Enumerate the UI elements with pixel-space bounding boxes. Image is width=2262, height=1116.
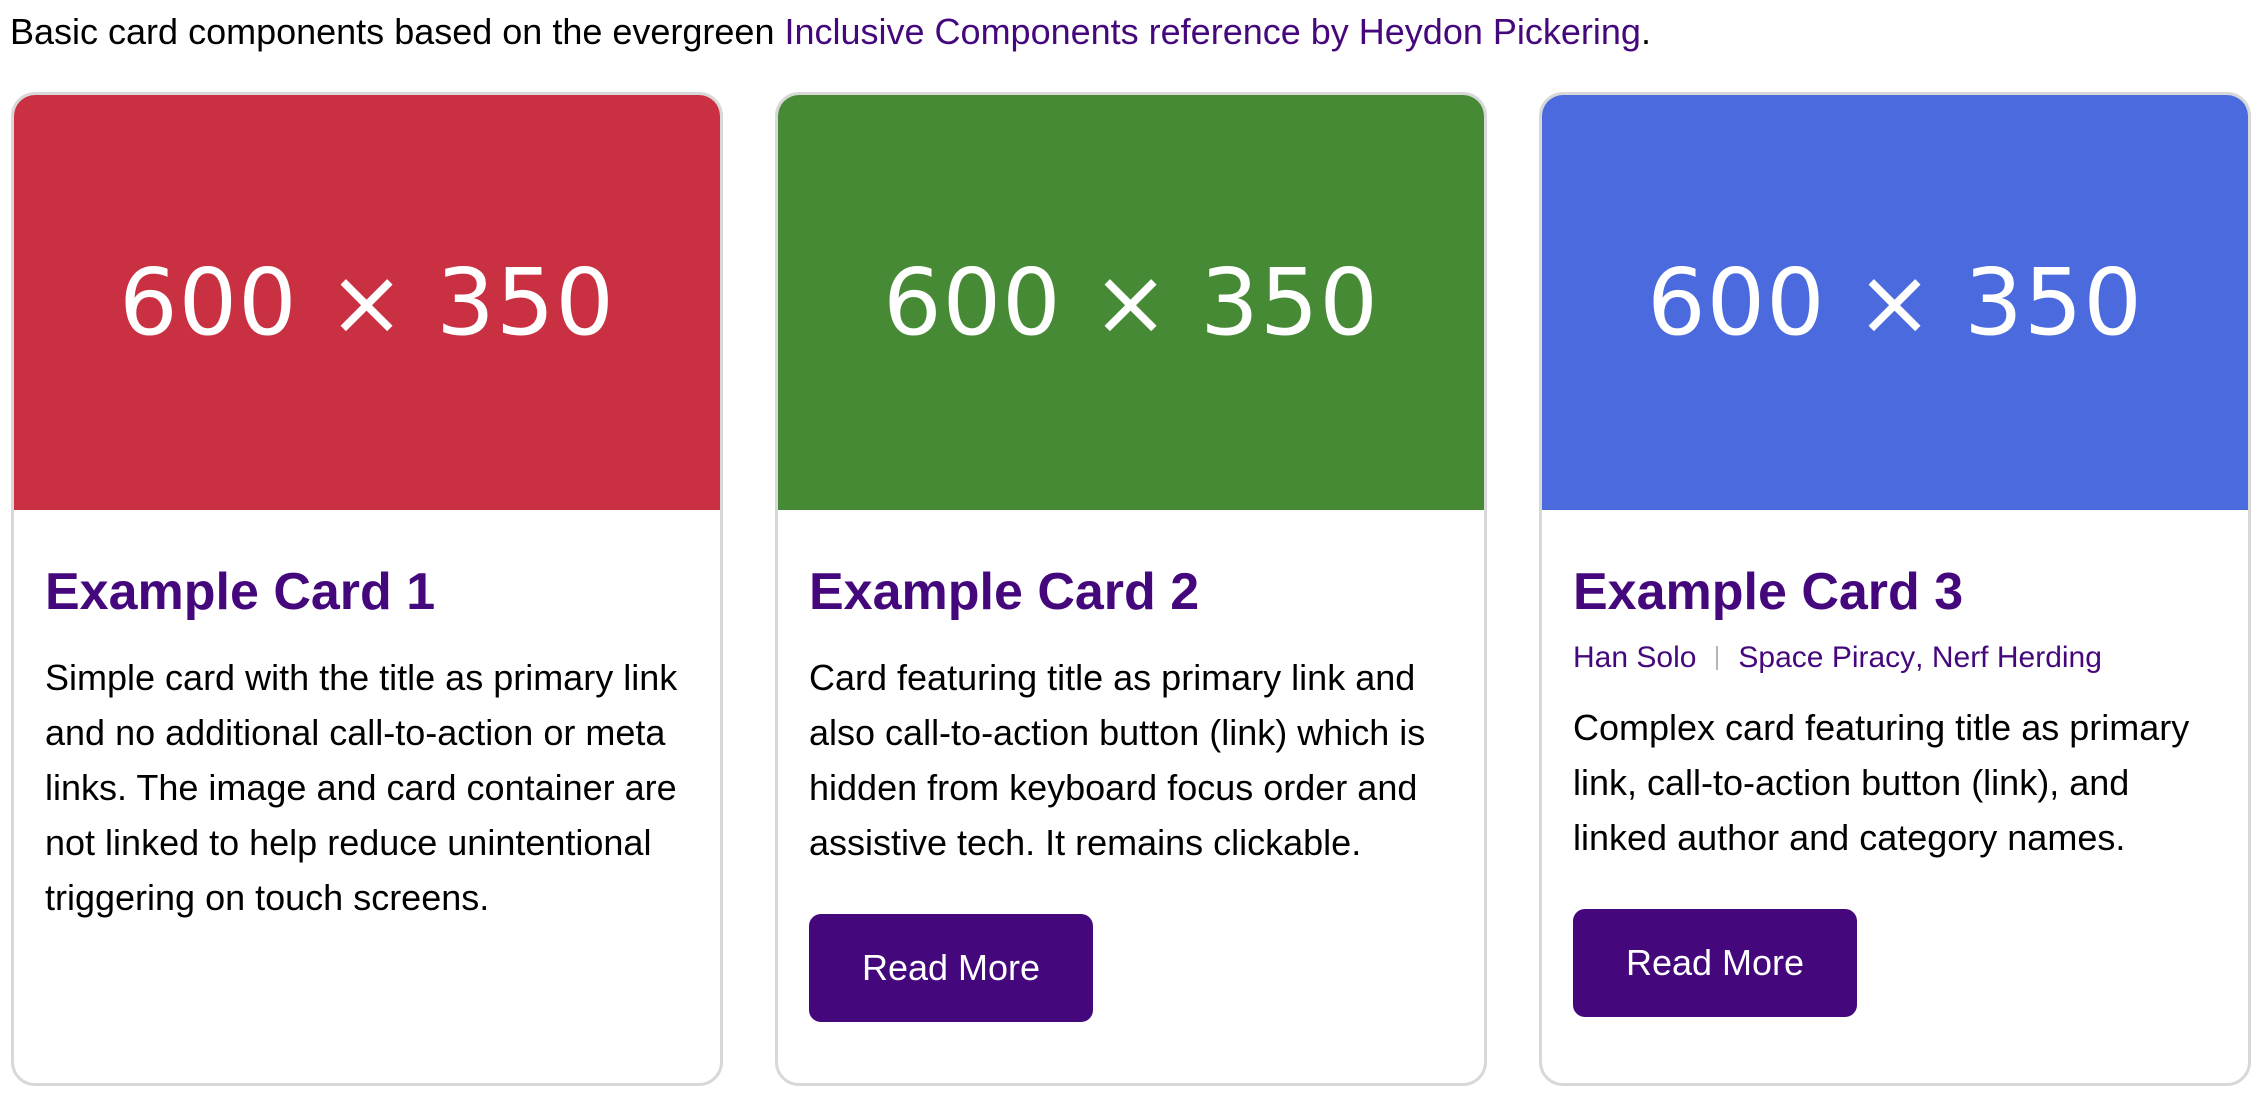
card-3-category-nerf-herding-link[interactable]: Nerf Herding bbox=[1932, 638, 2102, 678]
card-1-description: Simple card with the title as primary li… bbox=[45, 657, 678, 918]
card-3-author-link[interactable]: Han Solo bbox=[1573, 638, 1696, 678]
card-list: 600 × 350 Example Card 1 Simple card wit… bbox=[11, 92, 2251, 1086]
card-2-image: 600 × 350 bbox=[778, 95, 1484, 510]
intro-paragraph: Basic card components based on the everg… bbox=[10, 10, 1651, 54]
card-2-title-link[interactable]: Example Card 2 bbox=[809, 563, 1199, 621]
card-2-title: Example Card 2 bbox=[809, 560, 1453, 624]
card-1-image: 600 × 350 bbox=[14, 95, 720, 510]
meta-divider bbox=[1716, 646, 1719, 670]
card-3-meta: Han Solo Space Piracy, Nerf Herding bbox=[1573, 638, 2217, 678]
card-3-read-more-button[interactable]: Read More bbox=[1573, 909, 1857, 1017]
card-3-title: Example Card 3 bbox=[1573, 560, 2217, 624]
card-2: 600 × 350 Example Card 2 Card featuring … bbox=[775, 92, 1487, 1086]
card-1-title: Example Card 1 bbox=[45, 560, 689, 624]
card-3: 600 × 350 Example Card 3 Han Solo Space … bbox=[1539, 92, 2251, 1086]
card-3-title-link[interactable]: Example Card 3 bbox=[1573, 563, 1963, 621]
card-2-description: Card featuring title as primary link and… bbox=[809, 657, 1426, 863]
card-1: 600 × 350 Example Card 1 Simple card wit… bbox=[11, 92, 723, 1086]
card-3-category-space-piracy-link[interactable]: Space Piracy bbox=[1738, 638, 1915, 678]
card-1-title-link[interactable]: Example Card 1 bbox=[45, 563, 435, 621]
card-2-image-label: 600 × 350 bbox=[883, 249, 1379, 356]
intro-text: Basic card components based on the everg… bbox=[10, 11, 785, 52]
intro-end: . bbox=[1640, 11, 1651, 52]
card-2-read-more-button[interactable]: Read More bbox=[809, 914, 1093, 1022]
card-3-body: Example Card 3 Han Solo Space Piracy, Ne… bbox=[1542, 510, 2248, 1017]
card-3-image: 600 × 350 bbox=[1542, 95, 2248, 510]
inclusive-components-link[interactable]: Inclusive Components reference by Heydon… bbox=[784, 11, 1640, 52]
card-3-image-label: 600 × 350 bbox=[1647, 249, 2143, 356]
card-1-body: Example Card 1 Simple card with the titl… bbox=[14, 510, 720, 925]
card-1-image-label: 600 × 350 bbox=[119, 249, 615, 356]
card-3-description: Complex card featuring title as primary … bbox=[1573, 707, 2190, 858]
category-separator: , bbox=[1915, 641, 1932, 674]
card-2-body: Example Card 2 Card featuring title as p… bbox=[778, 510, 1484, 1022]
